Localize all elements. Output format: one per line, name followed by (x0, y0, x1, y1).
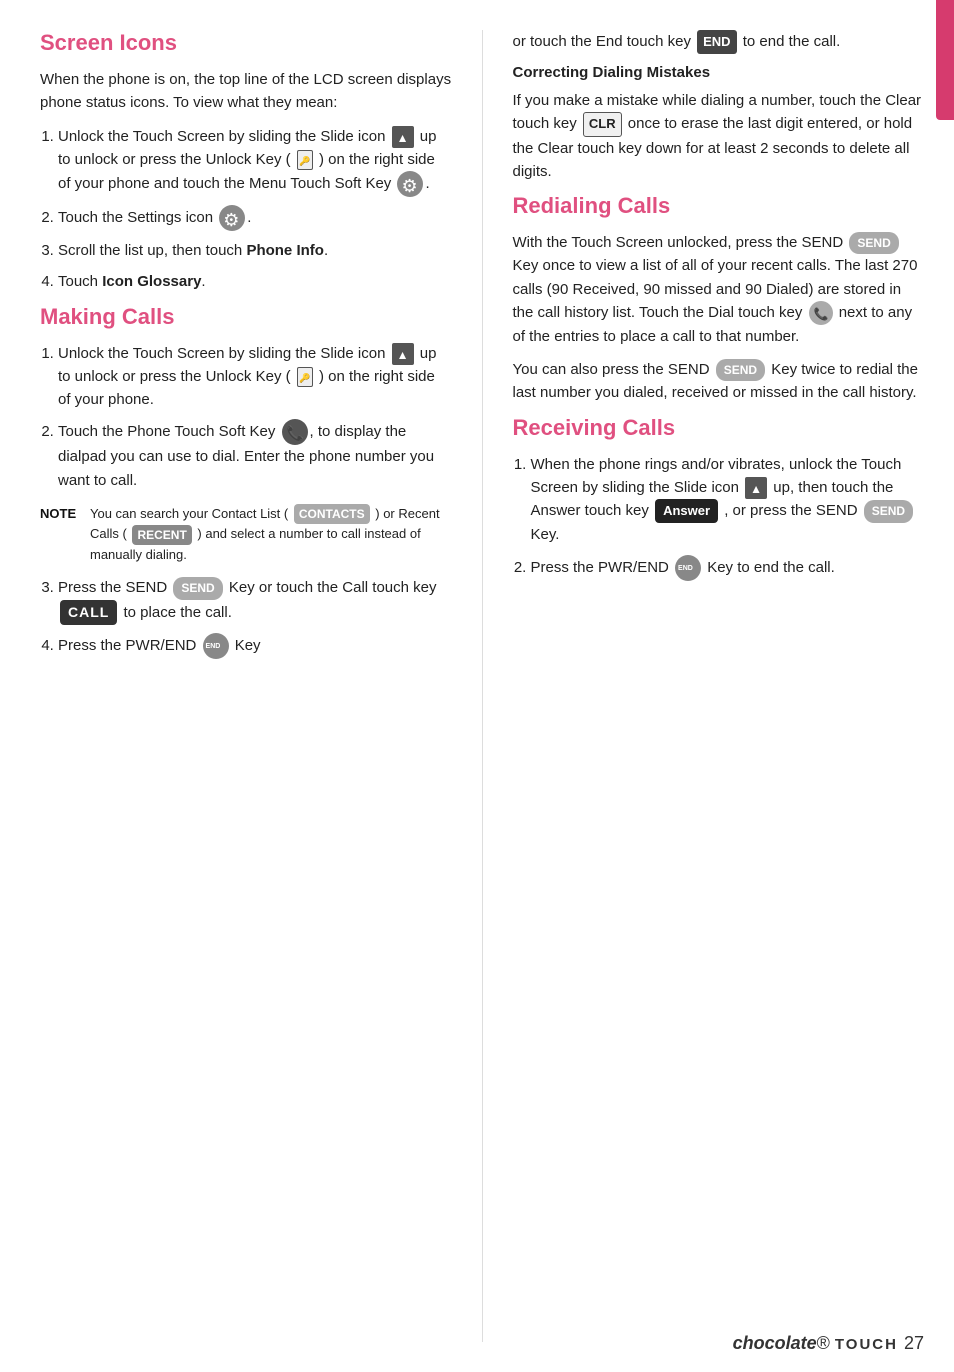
brand-name: chocolate® TOUCH (733, 1333, 898, 1354)
page-container: Screen Icons When the phone is on, the t… (0, 0, 954, 1372)
receiving-title: Receiving Calls (513, 415, 925, 441)
footer: chocolate® TOUCH 27 (733, 1333, 924, 1354)
clr-badge: CLR (583, 112, 622, 136)
redialing-title: Redialing Calls (513, 193, 925, 219)
redialing-section: Redialing Calls With the Touch Screen un… (513, 193, 925, 405)
making-calls-step-3: Press the SEND SEND Key or touch the Cal… (58, 576, 452, 625)
call-badge: CALL (60, 600, 117, 626)
send-badge-3: SEND (716, 359, 765, 382)
receiving-list: When the phone rings and/or vibrates, un… (513, 453, 925, 581)
slide-icon-2 (392, 343, 414, 365)
recent-badge: RECENT (132, 525, 191, 545)
screen-icons-list: Unlock the Touch Screen by sliding the S… (40, 125, 452, 294)
screen-icons-step-4: Touch Icon Glossary. (58, 270, 452, 293)
slide-icon-3 (745, 477, 767, 499)
redialing-body-1: With the Touch Screen unlocked, press th… (513, 231, 925, 348)
redialing-body-2: You can also press the SEND SEND Key twi… (513, 358, 925, 405)
making-calls-step-4: Press the PWR/END Key (58, 633, 452, 659)
screen-icons-title: Screen Icons (40, 30, 452, 56)
note-label: NOTE (40, 504, 82, 565)
screen-icons-section: Screen Icons When the phone is on, the t… (40, 30, 452, 294)
making-calls-step-2: Touch the Phone Touch Soft Key , to disp… (58, 419, 452, 492)
receiving-section: Receiving Calls When the phone rings and… (513, 415, 925, 581)
screen-icons-step-2: Touch the Settings icon . (58, 205, 452, 231)
answer-badge: Answer (655, 499, 718, 523)
note-content: You can search your Contact List ( CONTA… (90, 504, 452, 565)
content-area: Screen Icons When the phone is on, the t… (0, 0, 954, 1372)
making-calls-step-1: Unlock the Touch Screen by sliding the S… (58, 342, 452, 412)
correcting-title: Correcting Dialing Mistakes (513, 64, 925, 81)
making-calls-list: Unlock the Touch Screen by sliding the S… (40, 342, 452, 492)
icon-glossary-bold: Icon Glossary (102, 273, 201, 290)
send-badge-4: SEND (864, 500, 913, 523)
pwr-end-icon-2 (675, 555, 701, 581)
menu-soft-key-icon (397, 171, 423, 197)
send-badge-1: SEND (173, 577, 222, 600)
settings-icon (219, 205, 245, 231)
end-call-text: or touch the End touch key END to end th… (513, 30, 925, 54)
screen-icons-step-3: Scroll the list up, then touch Phone Inf… (58, 239, 452, 262)
phone-soft-key-icon (282, 419, 308, 445)
page-number: 27 (904, 1333, 924, 1354)
pwr-end-icon-1 (203, 633, 229, 659)
screen-icons-intro: When the phone is on, the top line of th… (40, 68, 452, 115)
left-column: Screen Icons When the phone is on, the t… (40, 30, 483, 1342)
end-badge: END (697, 30, 736, 54)
right-column: or touch the End touch key END to end th… (483, 30, 925, 1342)
slide-icon-1 (392, 126, 414, 148)
contacts-badge: CONTACTS (294, 504, 370, 524)
phone-info-bold: Phone Info (246, 242, 324, 259)
send-badge-2: SEND (849, 232, 898, 255)
dial-icon (809, 301, 833, 325)
making-calls-section: Making Calls Unlock the Touch Screen by … (40, 304, 452, 660)
receiving-step-2: Press the PWR/END Key to end the call. (531, 555, 925, 581)
making-calls-list-continued: Press the SEND SEND Key or touch the Cal… (40, 576, 452, 659)
end-call-section: or touch the End touch key END to end th… (513, 30, 925, 54)
unlock-key-icon-2: 🔑 (297, 367, 313, 387)
receiving-step-1: When the phone rings and/or vibrates, un… (531, 453, 925, 547)
unlock-key-icon-1: 🔑 (297, 150, 313, 170)
making-calls-title: Making Calls (40, 304, 452, 330)
screen-icons-step-1: Unlock the Touch Screen by sliding the S… (58, 125, 452, 198)
note-block: NOTE You can search your Contact List ( … (40, 504, 452, 565)
correcting-body: If you make a mistake while dialing a nu… (513, 89, 925, 183)
correcting-section: Correcting Dialing Mistakes If you make … (513, 64, 925, 183)
right-tab (936, 0, 954, 120)
